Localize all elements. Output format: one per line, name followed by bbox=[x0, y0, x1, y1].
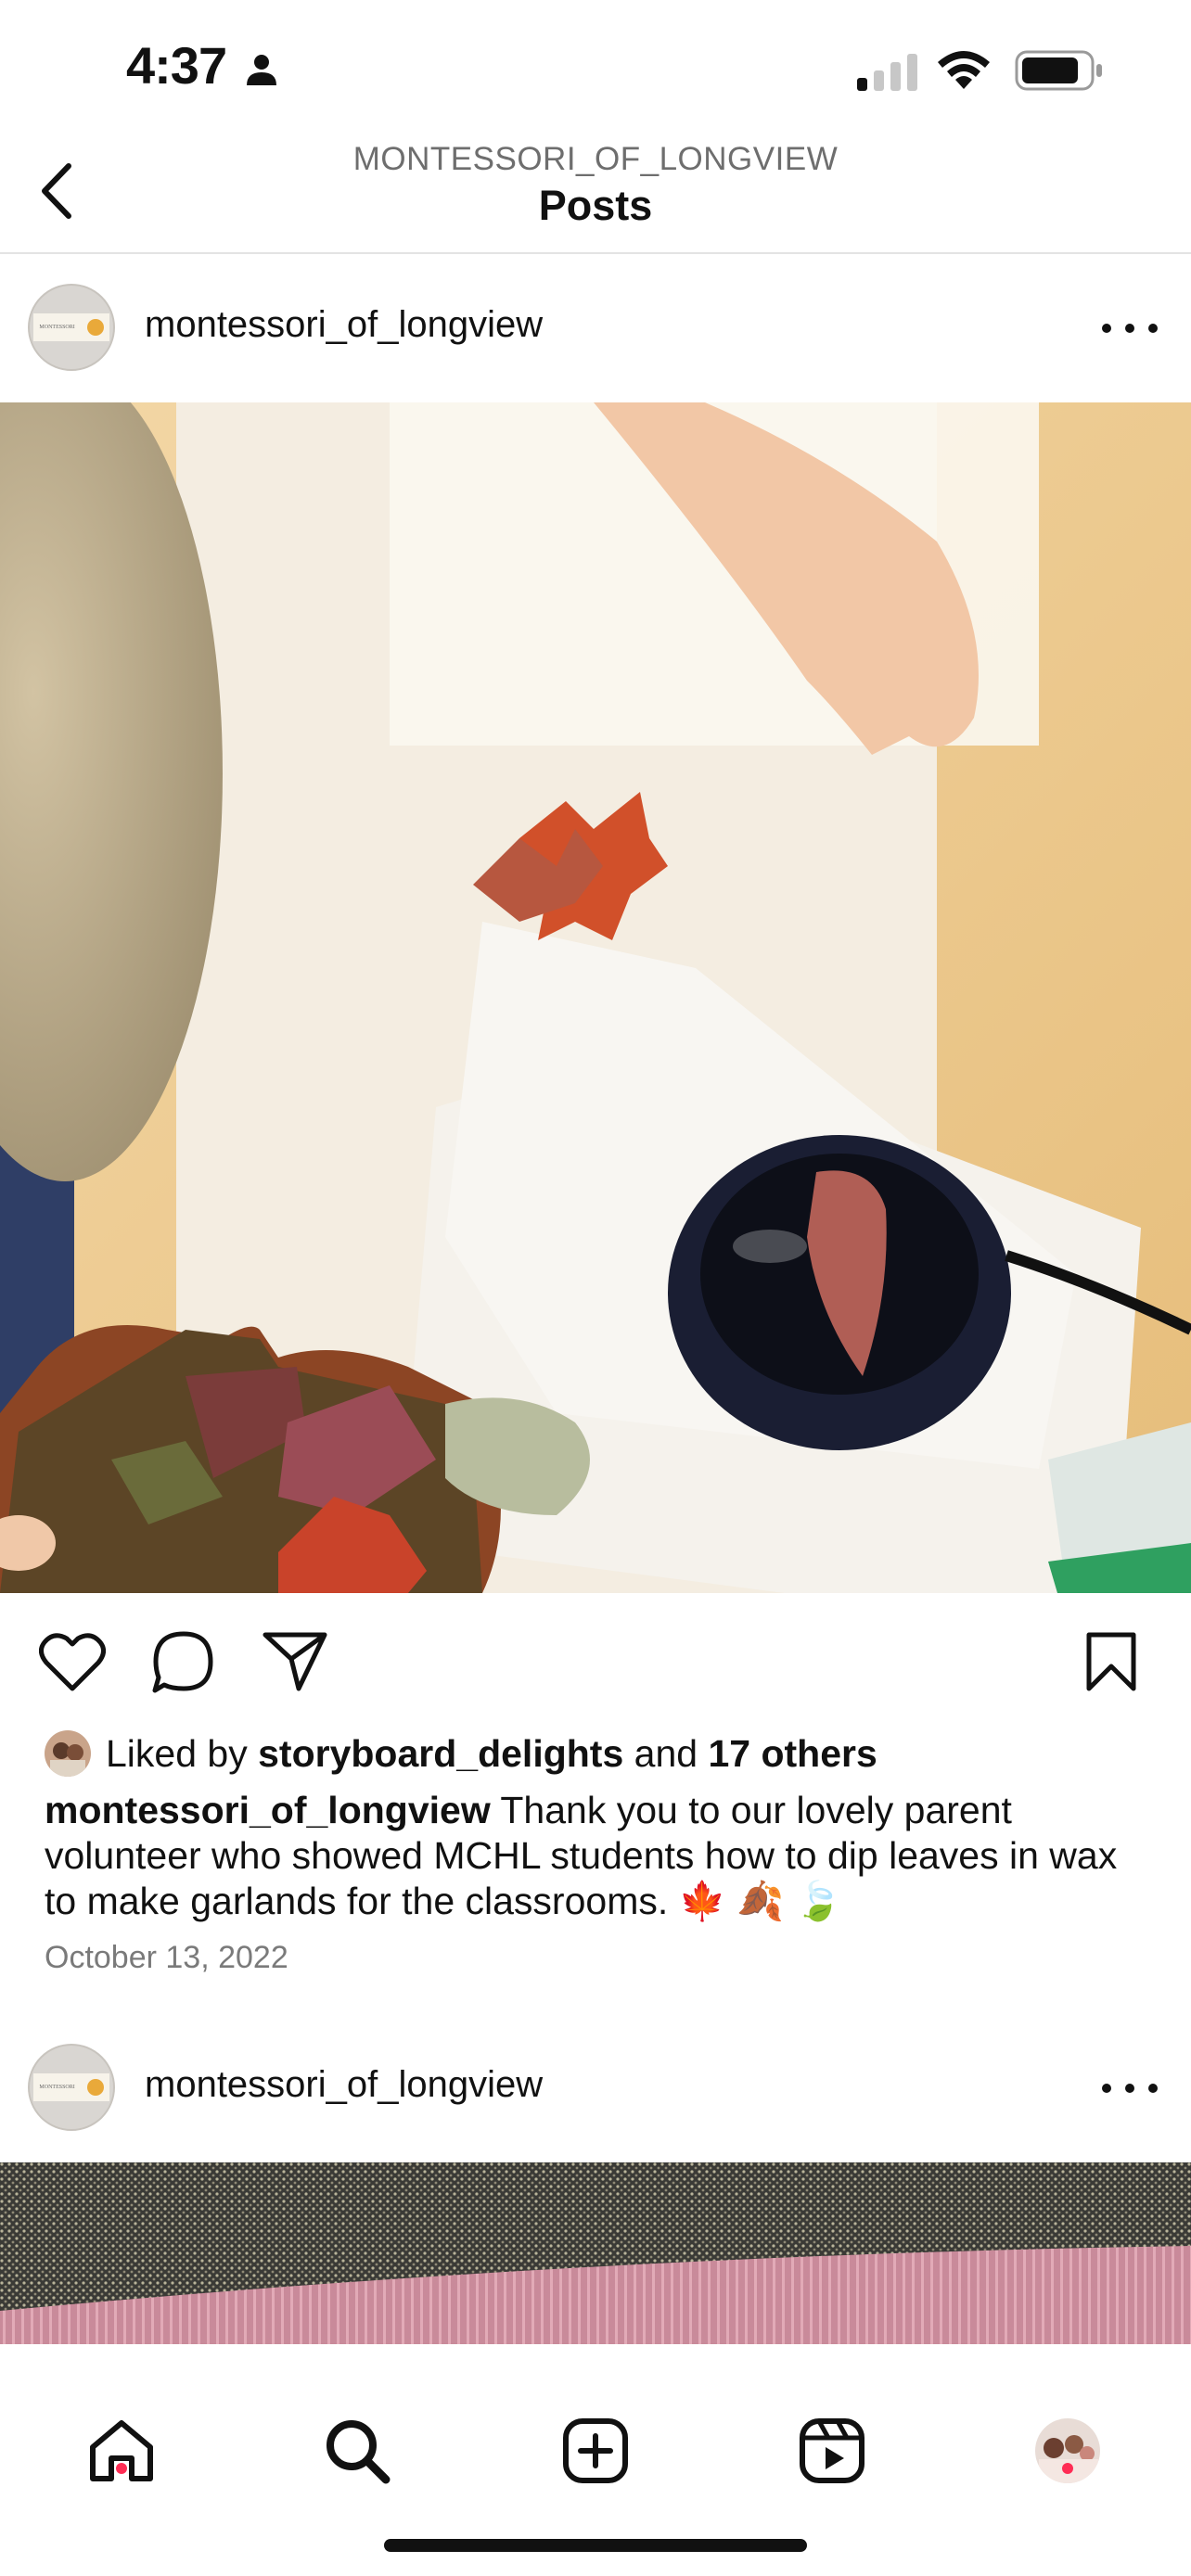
reels-icon bbox=[800, 2418, 864, 2483]
header-account-name: MONTESSORI_OF_LONGVIEW bbox=[352, 141, 839, 177]
paper-plane-icon bbox=[263, 1632, 327, 1691]
share-button[interactable] bbox=[258, 1625, 332, 1699]
home-indicator bbox=[384, 2539, 807, 2552]
likes-others[interactable]: 17 others bbox=[708, 1732, 877, 1775]
home-icon bbox=[90, 2420, 153, 2481]
status-time: 4:37 bbox=[126, 36, 227, 95]
post-avatar[interactable]: MONTESSORI bbox=[28, 284, 115, 371]
heart-icon bbox=[39, 1633, 106, 1691]
post-date: October 13, 2022 bbox=[45, 1940, 288, 1975]
comment-button[interactable] bbox=[147, 1625, 221, 1699]
tab-create[interactable] bbox=[554, 2409, 637, 2493]
profile-avatar bbox=[1035, 2418, 1100, 2483]
post-username[interactable]: montessori_of_longview bbox=[145, 304, 543, 346]
tab-reels[interactable] bbox=[790, 2409, 874, 2493]
home-notification-dot bbox=[116, 2463, 127, 2474]
bookmark-icon bbox=[1086, 1632, 1136, 1691]
post-caption: montessori_of_longview Thank you to our … bbox=[45, 1788, 1158, 1924]
wifi-icon bbox=[935, 48, 992, 96]
header-divider bbox=[0, 252, 1191, 254]
comment-bubble-icon bbox=[152, 1631, 213, 1693]
likes-summary[interactable]: Liked by storyboard_delights and 17 othe… bbox=[106, 1730, 877, 1777]
person-icon bbox=[243, 52, 280, 89]
next-post-username[interactable]: montessori_of_longview bbox=[145, 2064, 543, 2106]
tab-home[interactable] bbox=[80, 2409, 163, 2493]
liker-username[interactable]: storyboard_delights bbox=[258, 1732, 623, 1775]
cellular-signal-icon bbox=[855, 52, 920, 96]
search-icon bbox=[327, 2420, 391, 2484]
next-post-photo[interactable] bbox=[0, 2162, 1191, 2344]
save-button[interactable] bbox=[1074, 1625, 1148, 1699]
next-post-avatar[interactable]: MONTESSORI bbox=[28, 2044, 115, 2131]
profile-notification-dot bbox=[1062, 2463, 1073, 2474]
post-photo[interactable] bbox=[0, 402, 1191, 1593]
photo-leaves-wax-dipping bbox=[0, 402, 1191, 1593]
caption-emojis: 🍁 🍂 🍃 bbox=[678, 1880, 842, 1922]
battery-icon bbox=[1015, 50, 1104, 96]
avatar-logo: MONTESSORI bbox=[33, 2073, 109, 2101]
more-options-button[interactable] bbox=[1102, 310, 1158, 347]
next-post-more-options-button[interactable] bbox=[1102, 2070, 1158, 2107]
tab-search[interactable] bbox=[315, 2409, 399, 2493]
liker-avatar[interactable] bbox=[45, 1730, 91, 1777]
tab-profile[interactable] bbox=[1026, 2409, 1109, 2493]
create-post-icon bbox=[563, 2418, 628, 2483]
page-title: Posts bbox=[538, 182, 653, 229]
avatar-logo: MONTESSORI bbox=[33, 313, 109, 341]
caption-username[interactable]: montessori_of_longview bbox=[45, 1789, 491, 1831]
like-button[interactable] bbox=[35, 1625, 109, 1699]
